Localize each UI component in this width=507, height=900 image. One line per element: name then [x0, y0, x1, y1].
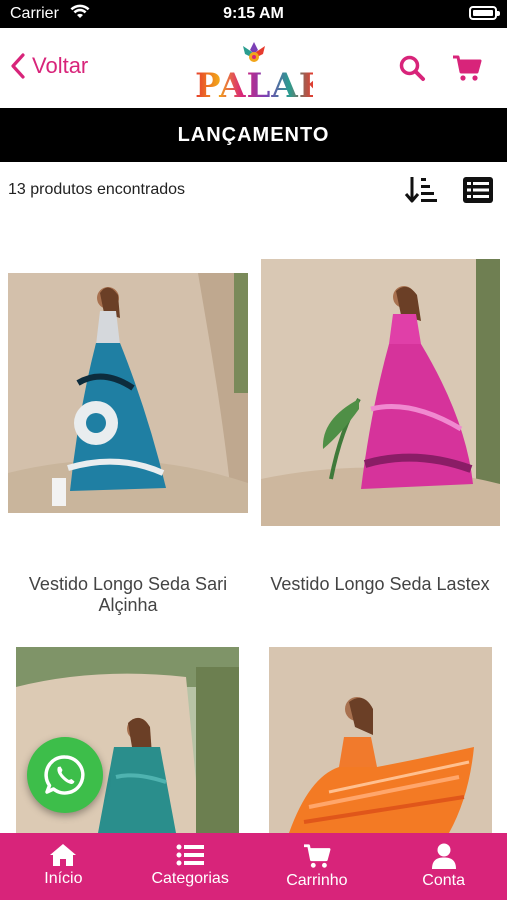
sort-button[interactable] — [404, 174, 438, 211]
user-icon — [431, 843, 456, 869]
cart-icon — [303, 844, 331, 868]
list-view-icon — [463, 177, 493, 203]
bottom-nav: Início Categorias Carrinho Conta — [0, 833, 507, 900]
cart-button[interactable] — [452, 54, 482, 87]
nav-item-conta[interactable]: Conta — [380, 833, 507, 900]
app-header: Voltar PALAK — [0, 28, 507, 108]
sort-descending-icon — [404, 177, 437, 203]
logo-wordmark: PALAK — [195, 66, 330, 106]
results-count: 13 produtos encontrados — [8, 181, 186, 198]
status-bar: Carrier 9:15 AM — [0, 0, 507, 28]
chevron-left-icon — [11, 53, 25, 79]
nav-item-inicio[interactable]: Início — [0, 833, 127, 900]
brand-logo[interactable]: PALAK — [195, 38, 328, 106]
status-time: 9:15 AM — [223, 5, 284, 22]
back-button[interactable]: Voltar — [10, 53, 88, 79]
product-image[interactable] — [8, 273, 248, 513]
product-name[interactable]: Vestido Longo Seda Sari Alçinha — [3, 574, 253, 616]
nav-label: Conta — [422, 872, 465, 889]
back-label: Voltar — [32, 53, 89, 78]
product-image[interactable] — [261, 259, 500, 526]
product-name[interactable]: Vestido Longo Seda Lastex — [255, 574, 505, 595]
nav-item-carrinho[interactable]: Carrinho — [254, 833, 381, 900]
page-title: LANÇAMENTO — [0, 108, 507, 162]
home-icon — [50, 844, 77, 866]
battery-icon — [469, 6, 500, 20]
whatsapp-icon — [44, 755, 85, 795]
list-icon — [176, 844, 205, 866]
nav-label: Categorias — [151, 870, 229, 887]
product-image[interactable] — [269, 647, 492, 833]
cart-icon — [453, 55, 482, 81]
search-icon — [399, 55, 425, 81]
nav-item-categorias[interactable]: Categorias — [127, 833, 254, 900]
list-view-button[interactable] — [462, 176, 494, 209]
nav-label: Carrinho — [286, 872, 348, 889]
search-button[interactable] — [398, 54, 426, 87]
nav-label: Início — [44, 870, 83, 887]
whatsapp-button[interactable] — [27, 737, 103, 813]
logo-mandala-icon — [243, 42, 265, 62]
